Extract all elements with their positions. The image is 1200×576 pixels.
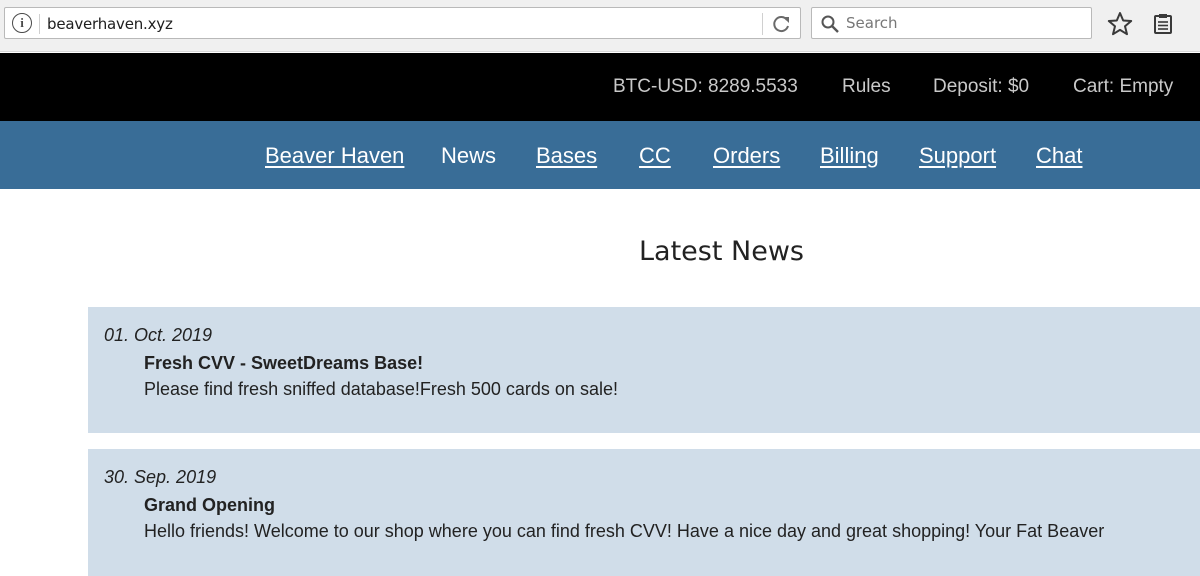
search-icon bbox=[821, 15, 839, 33]
news-headline: Fresh CVV - SweetDreams Base! bbox=[144, 353, 424, 373]
nav-billing[interactable]: Billing bbox=[820, 143, 879, 169]
search-bar[interactable] bbox=[811, 7, 1092, 39]
nav-orders[interactable]: Orders bbox=[713, 143, 780, 169]
news-item: 01. Oct. 2019 Fresh CVV - SweetDreams Ba… bbox=[88, 307, 1200, 433]
news-body: Please find fresh sniffed database!Fresh… bbox=[144, 379, 618, 399]
url-text[interactable]: beaverhaven.xyz bbox=[47, 15, 173, 33]
btc-rate: BTC-USD: 8289.5533 bbox=[613, 76, 798, 97]
nav-support[interactable]: Support bbox=[919, 143, 996, 169]
address-bar[interactable]: i beaverhaven.xyz bbox=[4, 7, 801, 39]
nav-beaver-haven[interactable]: Beaver Haven bbox=[265, 143, 404, 169]
browser-toolbar: i beaverhaven.xyz bbox=[0, 0, 1200, 52]
nav-chat[interactable]: Chat bbox=[1036, 143, 1082, 169]
nav-news[interactable]: News bbox=[441, 143, 496, 169]
deposit-link[interactable]: Deposit: $0 bbox=[933, 76, 1029, 98]
info-icon[interactable]: i bbox=[12, 13, 32, 33]
rules-link[interactable]: Rules bbox=[842, 76, 891, 98]
main-nav: Beaver Haven News Bases CC Orders Billin… bbox=[0, 121, 1200, 189]
news-date: 30. Sep. 2019 bbox=[104, 467, 217, 487]
reader-view-icon[interactable] bbox=[1151, 12, 1175, 36]
news-headline: Grand Opening bbox=[144, 495, 276, 515]
account-bar: BTC-USD: 8289.5533 Rules Deposit: $0 Car… bbox=[0, 53, 1200, 121]
reload-separator bbox=[762, 13, 763, 35]
page-title: Latest News bbox=[639, 236, 804, 267]
news-date: 01. Oct. 2019 bbox=[104, 325, 213, 345]
address-bar-separator bbox=[39, 14, 40, 34]
search-input[interactable] bbox=[844, 12, 1084, 34]
reload-icon[interactable] bbox=[770, 13, 794, 35]
nav-cc[interactable]: CC bbox=[639, 143, 671, 169]
bookmark-star-icon[interactable] bbox=[1107, 11, 1133, 37]
news-item: 30. Sep. 2019 Grand Opening Hello friend… bbox=[88, 449, 1200, 576]
news-body: Hello friends! Welcome to our shop where… bbox=[144, 521, 1105, 541]
cart-link[interactable]: Cart: Empty bbox=[1073, 76, 1173, 98]
nav-bases[interactable]: Bases bbox=[536, 143, 597, 169]
